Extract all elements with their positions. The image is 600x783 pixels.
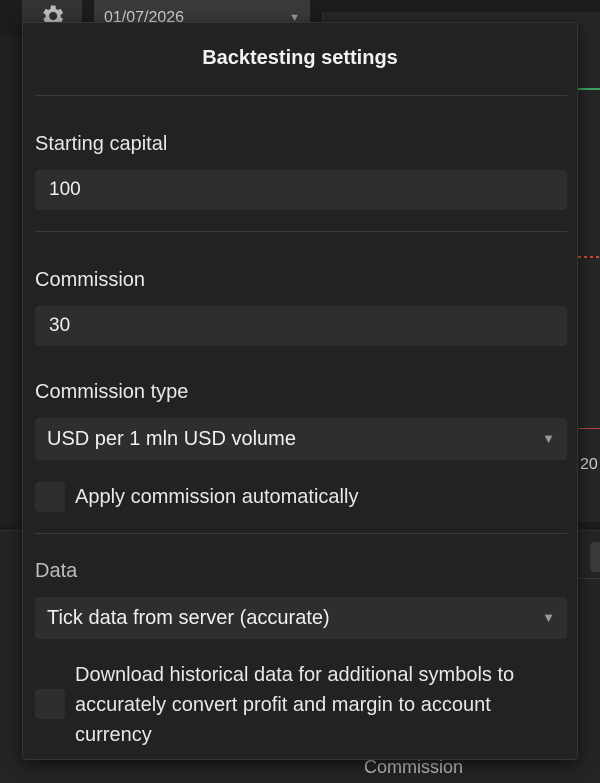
download-historical-label: Download historical data for additional … (75, 664, 515, 746)
chevron-down-icon: ▼ (542, 610, 555, 625)
backtesting-settings-dialog: Backtesting settings Starting capital 10… (22, 22, 578, 760)
background-lower-row-line (578, 578, 600, 579)
chart-red-line (578, 428, 600, 429)
chart-red-dotted-line (578, 256, 600, 258)
commission-label: Commission (35, 269, 146, 291)
dialog-title: Backtesting settings (202, 47, 398, 69)
background-lower-button[interactable] (590, 542, 600, 572)
divider (35, 95, 567, 96)
apply-commission-label: Apply commission automatically (75, 486, 359, 508)
divider (35, 533, 567, 534)
commission-type-value: USD per 1 mln USD volume (47, 428, 296, 450)
background-left-strip (0, 36, 22, 526)
data-label: Data (35, 560, 78, 582)
starting-capital-input[interactable]: 100 (35, 170, 567, 210)
data-source-value: Tick data from server (accurate) (47, 607, 330, 629)
download-historical-checkbox[interactable] (35, 689, 65, 719)
divider (35, 231, 567, 232)
chevron-down-icon: ▼ (542, 431, 555, 446)
commission-type-label: Commission type (35, 381, 189, 403)
commission-type-select[interactable]: USD per 1 mln USD volume ▼ (35, 418, 567, 460)
apply-commission-checkbox[interactable] (35, 482, 65, 512)
data-source-select[interactable]: Tick data from server (accurate) ▼ (35, 597, 567, 639)
chart-green-line (578, 88, 600, 90)
column-header-commission: Commission (364, 757, 464, 777)
axis-tick-label: 20 (580, 456, 598, 473)
commission-input[interactable]: 30 (35, 306, 567, 346)
starting-capital-label: Starting capital (35, 133, 168, 155)
